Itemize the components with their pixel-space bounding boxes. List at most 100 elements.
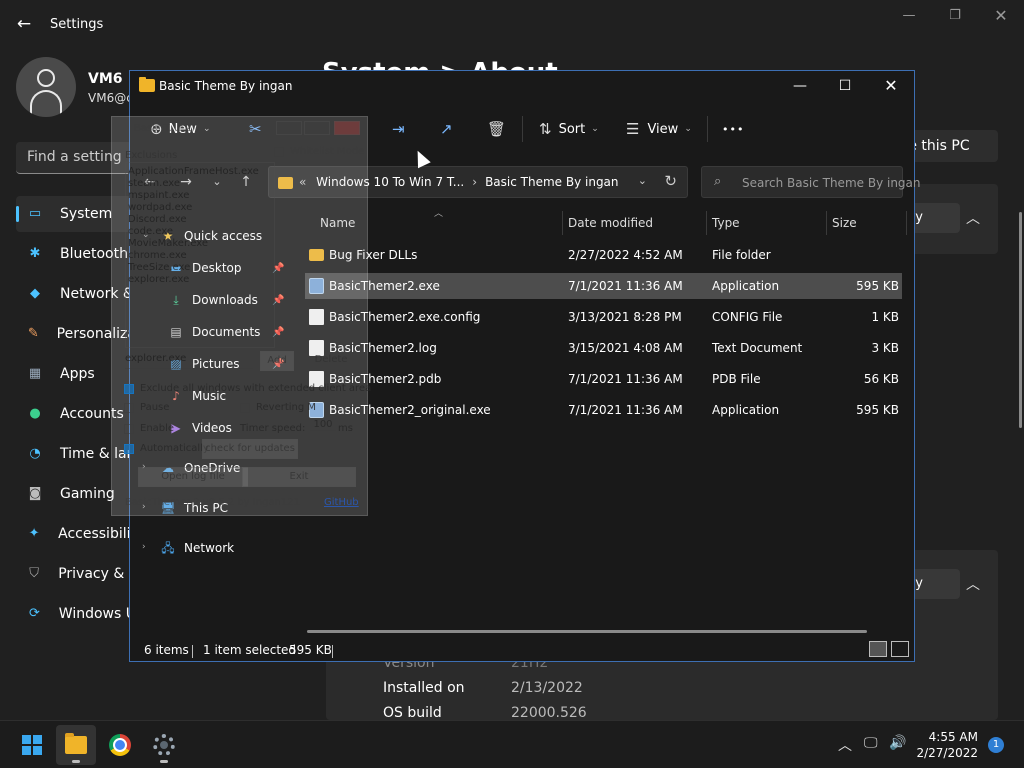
item-count: 6 items (144, 643, 189, 657)
close-icon[interactable]: ✕ (877, 75, 905, 97)
exclusions-label: Exclusions (125, 150, 178, 161)
user-name: VM6 (88, 71, 123, 87)
settings-restore-icon[interactable]: ❐ (944, 6, 966, 26)
list-item[interactable]: steam.exe (128, 178, 180, 190)
chevron-right-icon[interactable]: › (142, 542, 146, 552)
list-item[interactable]: Discord.exe (128, 214, 187, 226)
column-header-size[interactable]: Size (832, 211, 857, 235)
chevron-up-icon[interactable]: ︿ (966, 574, 980, 594)
delete-button[interactable]: 🗑 (487, 118, 506, 140)
network-tray-icon[interactable]: 🖵 (864, 735, 878, 751)
column-header-date[interactable]: Date modified (568, 211, 653, 235)
settings-minimize-icon[interactable]: — (898, 6, 920, 26)
nav-label: Gaming (60, 486, 115, 502)
column-divider[interactable] (706, 211, 707, 235)
search-icon: ⌕ (714, 174, 722, 189)
file-row[interactable]: BasicThemer2_original.exe 7/1/2021 11:36… (305, 397, 902, 423)
taskbar-chrome[interactable] (100, 725, 140, 765)
list-item[interactable]: chrome.exe (128, 250, 187, 262)
file-row[interactable]: BasicThemer2.pdb 7/1/2021 11:36 AM PDB F… (305, 366, 902, 392)
exclusion-input[interactable]: explorer.exe (125, 353, 253, 369)
list-item[interactable]: TreeSize.exe (128, 262, 190, 274)
view-button[interactable]: ☰ View ⌄ (626, 118, 692, 140)
exclude-extended-checkbox[interactable]: Exclude all windows with extended client… (124, 383, 371, 394)
address-dropdown-icon[interactable]: ⌄ (638, 174, 647, 187)
details-view-icon[interactable] (869, 641, 887, 657)
breadcrumb-separator-icon: › (472, 175, 478, 189)
start-button[interactable] (12, 725, 52, 765)
github-link[interactable]: GitHub (324, 497, 359, 508)
list-item[interactable]: code.exe (128, 226, 173, 238)
checkbox-label: Automatically (140, 443, 209, 454)
check-updates-button[interactable]: check for updates (202, 439, 298, 459)
volume-icon[interactable]: 🔊 (889, 735, 906, 751)
back-arrow-icon[interactable]: ← (14, 14, 34, 34)
themer-close-icon[interactable] (334, 121, 360, 135)
file-size: 1 KB (871, 310, 899, 324)
explorer-titlebar[interactable]: Basic Theme By ingan — ☐ ✕ (130, 71, 914, 101)
large-icons-view-icon[interactable] (891, 641, 909, 657)
checkbox-label: Pause (140, 402, 170, 413)
list-item[interactable]: explorer.exe (128, 274, 189, 286)
show-hidden-icons-chevron-icon[interactable]: ︿ (838, 735, 852, 755)
chevron-up-icon[interactable]: ︿ (966, 208, 980, 228)
file-row[interactable]: Bug Fixer DLLs 2/27/2022 4:52 AM File fo… (305, 242, 902, 268)
column-header-type[interactable]: Type (712, 211, 740, 235)
reverting-mode-checkbox[interactable]: Reverting M (240, 402, 316, 413)
nav-network[interactable]: 🖧 Network (160, 537, 234, 559)
horizontal-scrollbar[interactable] (307, 630, 867, 633)
sort-arrows-icon: ⇅ (539, 120, 552, 138)
delete-button[interactable]: Delete (308, 351, 354, 371)
taskbar-clock[interactable]: 4:55 AM 2/27/2022 (910, 729, 978, 761)
themer-maximize-icon[interactable] (304, 121, 330, 135)
themer-minimize-icon[interactable] (276, 121, 302, 135)
file-row[interactable]: BasicThemer2.log 3/15/2021 4:08 AM Text … (305, 335, 902, 361)
settings-scrollbar[interactable] (1019, 212, 1022, 428)
status-divider (332, 645, 333, 658)
taskbar-file-explorer[interactable] (56, 725, 96, 765)
open-log-button[interactable]: Open log file (138, 467, 248, 487)
pause-checkbox[interactable]: Pause (124, 402, 169, 413)
share-button[interactable]: ↗ (440, 118, 453, 140)
chrome-icon (109, 734, 131, 756)
exit-button[interactable]: Exit (242, 467, 356, 487)
spec-label-installed: Installed on (383, 680, 465, 696)
list-item[interactable]: mspaint.exe (128, 190, 189, 202)
rename-button[interactable]: ⇥ (392, 118, 405, 140)
file-size: 595 KB (856, 403, 899, 417)
gamepad-icon: ◙ (28, 486, 42, 501)
list-item[interactable]: ApplicationFrameHost.exe (128, 166, 259, 178)
nav-label: Windows U (58, 606, 136, 622)
settings-close-icon[interactable]: ✕ (990, 6, 1012, 26)
notification-badge[interactable]: 1 (988, 737, 1004, 753)
file-size: 56 KB (863, 372, 899, 386)
refresh-icon[interactable]: ↻ (664, 172, 677, 190)
list-item[interactable]: wordpad.exe (128, 202, 192, 214)
enable-checkbox[interactable]: Enable (124, 423, 174, 434)
nav-item-privacy[interactable]: ⛉ Privacy & s (16, 556, 136, 592)
breadcrumb-item-current[interactable]: Basic Theme By ingan (485, 175, 618, 189)
file-row[interactable]: BasicThemer2.exe.config 3/13/2021 8:28 P… (305, 304, 902, 330)
exclusions-list[interactable]: ApplicationFrameHost.exe steam.exe mspai… (125, 162, 275, 348)
brush-icon: ✎ (27, 326, 39, 341)
minimize-icon[interactable]: — (786, 75, 814, 97)
add-button[interactable]: Add (260, 351, 294, 371)
nav-item-accessibility[interactable]: ✦ Accessibilit (16, 516, 136, 552)
search-input[interactable]: ⌕ Search Basic Theme By ingan (701, 166, 921, 198)
column-divider[interactable] (906, 211, 907, 235)
taskbar-settings[interactable] (144, 725, 184, 765)
timer-speed-input[interactable]: 100 (310, 419, 336, 431)
more-options-button[interactable]: ••• (722, 118, 744, 140)
column-divider[interactable] (826, 211, 827, 235)
file-row[interactable]: BasicThemer2.exe 7/1/2021 11:36 AM Appli… (305, 273, 902, 299)
list-item[interactable]: MovieMaker.exe (128, 238, 208, 250)
column-divider[interactable] (562, 211, 563, 235)
auto-update-checkbox[interactable]: Automatically (124, 443, 209, 454)
spec-value-installed: 2/13/2022 (511, 680, 583, 696)
whitelist-mode-checkbox[interactable]: Whitelist Mode (274, 146, 364, 157)
sort-button[interactable]: ⇅ Sort ⌄ (539, 118, 599, 140)
file-explorer-icon (65, 733, 87, 754)
nav-item-windows-update[interactable]: ⟳ Windows U (16, 596, 136, 632)
maximize-icon[interactable]: ☐ (831, 75, 859, 97)
avatar[interactable] (16, 57, 76, 117)
